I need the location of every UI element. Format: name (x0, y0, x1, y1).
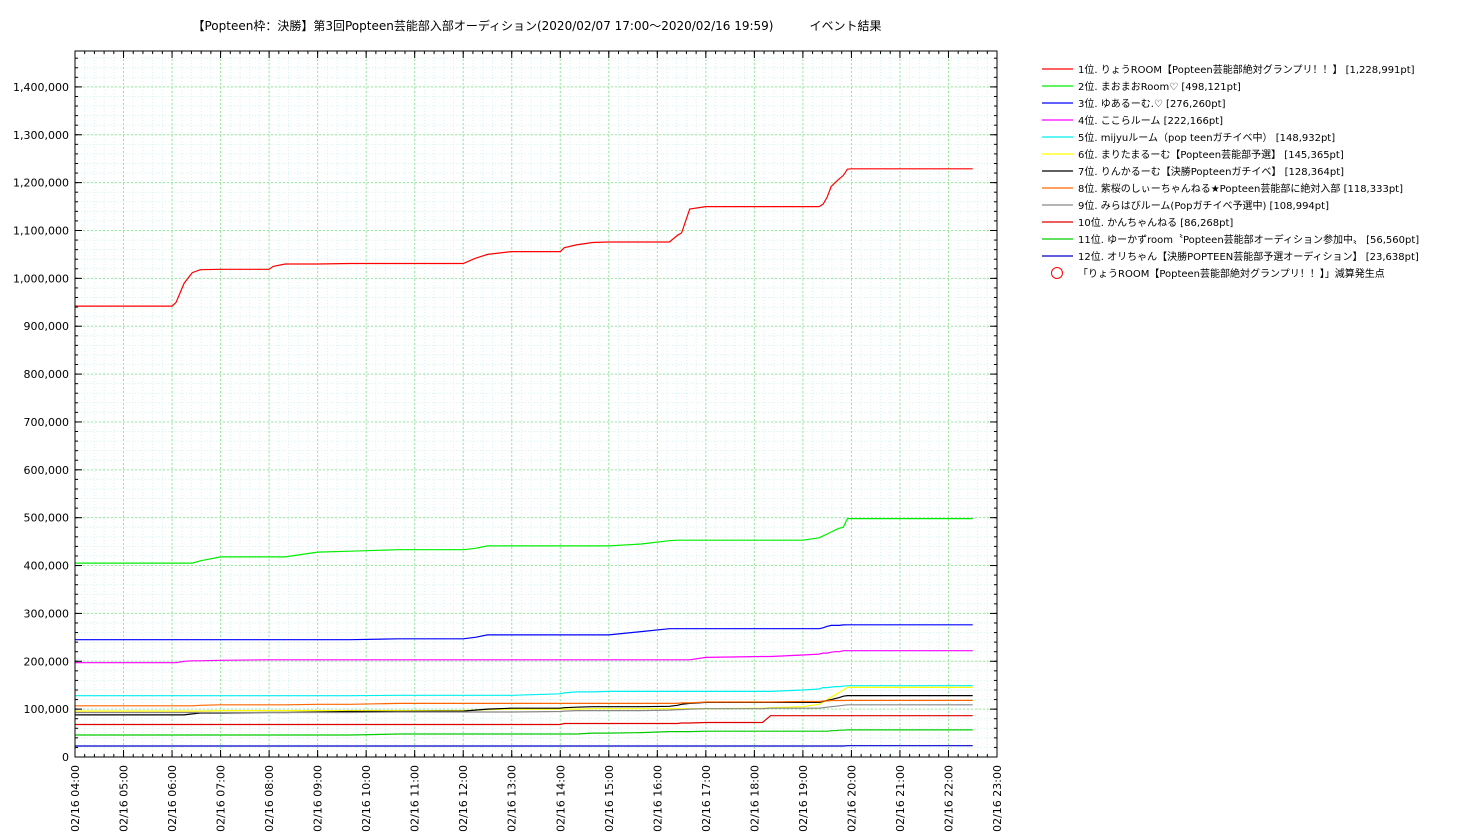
x-tick-label: 02/16 20:00 (845, 765, 858, 832)
x-tick-label: 02/16 04:00 (69, 765, 82, 832)
x-tick-label: 02/16 08:00 (263, 765, 276, 832)
x-tick-label: 02/16 23:00 (991, 765, 1004, 832)
series-line-3 (75, 624, 973, 641)
x-tick-label: 02/16 19:00 (797, 765, 810, 832)
legend-label-10: 10位. かんちゃんねる [86,268pt] (1078, 216, 1233, 229)
y-tick-label: 1,200,000 (13, 177, 69, 190)
x-tick-label: 02/16 16:00 (651, 765, 664, 832)
y-tick-label: 500,000 (24, 512, 70, 525)
legend-marker-circle (1051, 267, 1063, 279)
y-tick-label: 200,000 (24, 655, 70, 668)
y-tick-label: 400,000 (24, 560, 70, 573)
legend-label-8: 8位. 紫桜のしぃーちゃんねる★Popteen芸能部に絶対入部 [118,333… (1078, 182, 1403, 195)
legend-label-2: 2位. まおまおRoom♡ [498,121pt] (1078, 80, 1241, 93)
y-tick-label: 1,000,000 (13, 272, 69, 285)
y-tick-label: 1,300,000 (13, 129, 69, 142)
legend-label-5: 5位. mijyuルーム（pop teenガチイベ中） [148,932pt] (1078, 131, 1335, 144)
series-lines (75, 168, 973, 747)
y-tick-label: 100,000 (24, 703, 70, 716)
legend-label-6: 6位. まりたまるーむ【Popteen芸能部予選】 [145,365pt] (1078, 148, 1344, 161)
y-tick-label: 1,100,000 (13, 224, 69, 237)
series-line-2 (75, 518, 973, 564)
series-line-5 (75, 685, 973, 697)
legend-label-9: 9位. みらはびルーム(Popガチイベ予選中) [108,994pt] (1078, 199, 1329, 212)
x-tick-label: 02/16 14:00 (554, 765, 567, 832)
legend-label-12: 12位. オリちゃん【決勝POPTEEN芸能部予選オーディション】 [23,63… (1078, 250, 1419, 263)
y-tick-label: 300,000 (24, 607, 70, 620)
x-tick-label: 02/16 22:00 (942, 765, 955, 832)
series-line-10 (75, 715, 973, 726)
y-tick-label: 0 (62, 751, 69, 764)
legend-label-7: 7位. りんかるーむ【決勝Popteenガチイベ】 [128,364pt] (1078, 165, 1344, 178)
y-tick-label: 1,400,000 (13, 81, 69, 94)
legend-label-marker: 「りょうROOM【Popteen芸能部絶対グランプリ！！】」減算発生点 (1078, 267, 1385, 280)
x-tick-label: 02/16 07:00 (215, 765, 228, 832)
series-line-1 (75, 168, 973, 307)
legend-label-4: 4位. ここらルーム [222,166pt] (1078, 114, 1223, 127)
chart: 【Popteen枠：決勝】第3回Popteen芸能部入部オーディション(2020… (13, 18, 1419, 832)
series-line-8 (75, 699, 973, 707)
x-tick-label: 02/16 18:00 (748, 765, 761, 832)
legend-label-1: 1位. りょうROOM【Popteen芸能部絶対グランプリ！！】 [1,228,… (1078, 63, 1415, 76)
y-tick-label: 600,000 (24, 464, 70, 477)
x-tick-label: 02/16 17:00 (700, 765, 713, 832)
x-tick-label: 02/16 11:00 (409, 765, 422, 832)
x-tick-label: 02/16 09:00 (312, 765, 325, 832)
y-tick-label: 800,000 (24, 368, 70, 381)
y-tick-label: 700,000 (24, 416, 70, 429)
x-tick-label: 02/16 13:00 (506, 765, 519, 832)
series-line-6 (75, 686, 973, 712)
x-tick-label: 02/16 12:00 (457, 765, 470, 832)
x-tick-label: 02/16 15:00 (603, 765, 616, 832)
legend: 1位. りょうROOM【Popteen芸能部絶対グランプリ！！】 [1,228,… (1042, 63, 1419, 280)
chart-title: 【Popteen枠：決勝】第3回Popteen芸能部入部オーディション(2020… (193, 18, 882, 33)
legend-label-11: 11位. ゆーかずroom〝Popteen芸能部オーディション参加中〟 [56,… (1078, 233, 1419, 246)
legend-label-3: 3位. ゆあるーむ.♡ [276,260pt] (1078, 97, 1226, 110)
series-line-11 (75, 729, 973, 736)
x-tick-label: 02/16 05:00 (118, 765, 131, 832)
x-tick-label: 02/16 21:00 (894, 765, 907, 832)
x-tick-label: 02/16 10:00 (360, 765, 373, 832)
y-tick-label: 900,000 (24, 320, 70, 333)
x-tick-label: 02/16 06:00 (166, 765, 179, 832)
